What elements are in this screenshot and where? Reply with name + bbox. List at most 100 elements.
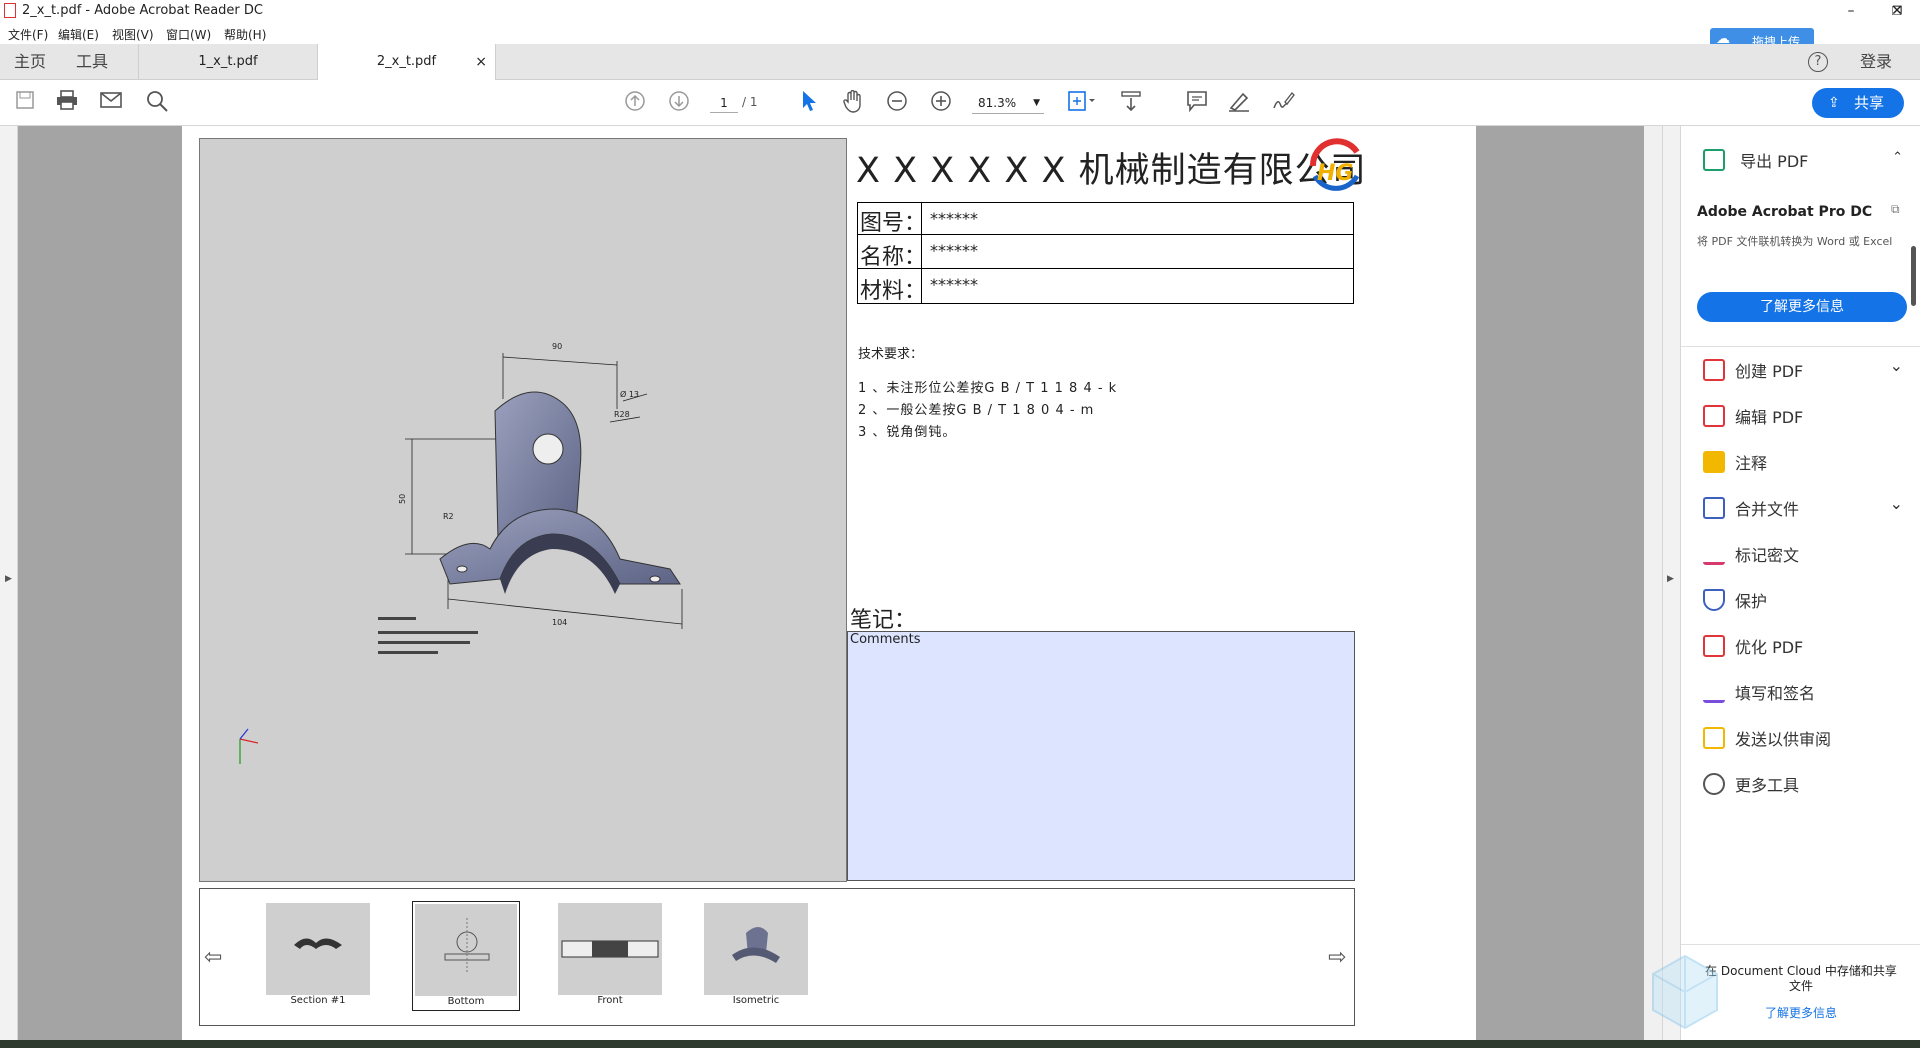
field-value-name: ****** (930, 241, 978, 260)
zoom-in-icon[interactable] (928, 90, 954, 116)
send-review-icon (1703, 727, 1725, 749)
learn-more-button[interactable]: 了解更多信息 (1697, 292, 1907, 322)
svg-text:HG: HG (1317, 161, 1353, 186)
save-icon[interactable] (12, 90, 38, 116)
pane-scrollbar[interactable] (1911, 246, 1916, 306)
field-label-name: 名称： (860, 245, 927, 270)
tab-bar: 主页 工具 1_x_t.pdf 2_x_t.pdf × ? 登录 (0, 44, 1920, 80)
left-panel-toggle[interactable]: ▶ (0, 126, 18, 1040)
print-icon[interactable] (54, 90, 80, 116)
front-thumb-image (561, 940, 659, 958)
tool-create-pdf[interactable]: 创建 PDF ⌄ (1703, 356, 1903, 386)
menu-help[interactable]: 帮助(H) (224, 26, 266, 43)
pro-desc: 将 PDF 文件联机转换为 Word 或 Excel (1697, 235, 1893, 248)
menu-bar: 文件(F) 编辑(E) 视图(V) 窗口(W) 帮助(H) (0, 22, 1920, 44)
page-number-input[interactable]: 1 (710, 93, 738, 113)
menu-edit[interactable]: 编辑(E) (58, 26, 99, 43)
optimize-pdf-icon (1703, 635, 1725, 657)
tool-optimize[interactable]: 优化 PDF (1703, 634, 1903, 662)
comments-label: Comments (850, 632, 921, 647)
scroll-mode-icon[interactable] (1118, 90, 1144, 116)
info-table: 图号： ****** 名称： ****** 材料： ****** (857, 202, 1354, 304)
comment-icon[interactable] (1184, 90, 1210, 116)
create-pdf-icon (1703, 359, 1725, 381)
cloud-learn-more-link[interactable]: 了解更多信息 (1701, 1004, 1901, 1021)
company-title: X X X X X X 机械制造有限公司 (856, 151, 1367, 191)
doc-scrollbar[interactable] (1644, 126, 1662, 1040)
help-icon[interactable]: ? (1808, 52, 1828, 72)
export-pdf-header[interactable]: 导出 PDF ⌃ (1703, 148, 1903, 176)
tech-item-2: 2 、一般公差按G B / T 1 8 0 4 - m (858, 403, 1095, 418)
hand-tool-icon[interactable] (840, 89, 866, 116)
menu-window[interactable]: 窗口(W) (166, 26, 211, 43)
menu-file[interactable]: 文件(F) (8, 26, 48, 43)
login-link[interactable]: 登录 (1860, 44, 1892, 80)
title-bar: 2_x_t.pdf - Adobe Acrobat Reader DC – ❐ … (0, 0, 1920, 22)
right-panel-toggle[interactable]: ▶ (1662, 126, 1680, 1040)
comment-tool-icon (1703, 451, 1725, 473)
shield-icon (1703, 589, 1725, 611)
field-label-material: 材料： (860, 279, 927, 304)
bottom-thumb-image (444, 918, 490, 974)
dim-90: 90 (552, 342, 562, 351)
view-label: Isometric (732, 995, 780, 1006)
minimize-button[interactable]: – (1828, 0, 1874, 22)
tab-1-x-t-pdf[interactable]: 1_x_t.pdf (138, 44, 318, 80)
highlight-pen-icon[interactable] (1226, 90, 1252, 116)
nav-home[interactable]: 主页 (14, 44, 46, 80)
page-total: / 1 (742, 95, 758, 109)
dim-50: 50 (398, 494, 407, 504)
chevron-down-icon: ⌄ (1889, 356, 1903, 375)
collapse-right-icon: ▶ (1667, 574, 1674, 584)
section-thumb-image (294, 938, 342, 949)
tool-redact[interactable]: 标记密文 (1703, 542, 1903, 570)
pro-info-icon: ⧉ (1891, 202, 1900, 216)
view-thumb-front[interactable]: Front (558, 903, 662, 1009)
more-tools-icon (1703, 773, 1725, 795)
tool-combine[interactable]: 合并文件 ⌄ (1703, 494, 1903, 524)
chevron-up-icon: ⌃ (1892, 150, 1903, 165)
tool-more-tools[interactable]: 更多工具 (1703, 772, 1903, 800)
share-button[interactable]: ⇪ 共享 (1812, 88, 1904, 118)
divider (1681, 944, 1920, 945)
close-tab-icon[interactable]: × (475, 44, 487, 80)
bracket-drawing: 90 50 104 Ø 13 R28 R2 (239, 342, 683, 764)
divider (1681, 346, 1920, 347)
field-label-drawing-no: 图号： (860, 211, 927, 236)
tool-protect[interactable]: 保护 (1703, 588, 1903, 616)
views-next-arrow-icon[interactable]: ⇨ (1328, 945, 1346, 970)
sign-icon[interactable] (1270, 90, 1296, 116)
isometric-thumb-image (732, 927, 780, 963)
notes-label: 笔记： (850, 608, 917, 633)
zoom-dropdown[interactable]: 81.3% ▼ (972, 92, 1044, 114)
view-thumb-section[interactable]: Section #1 (266, 903, 370, 1009)
taskbar-edge (0, 1040, 1920, 1048)
tool-comment[interactable]: 注释 (1703, 450, 1903, 478)
view-thumb-bottom[interactable]: Bottom (412, 901, 520, 1011)
fit-page-icon[interactable] (1064, 90, 1100, 116)
comments-box[interactable]: Comments (847, 631, 1355, 881)
view-thumb-isometric[interactable]: Isometric (704, 903, 808, 1009)
view-label: Bottom (447, 996, 485, 1007)
zoom-out-icon[interactable] (884, 90, 910, 116)
menu-view[interactable]: 视图(V) (112, 26, 154, 43)
select-cursor-icon[interactable] (796, 90, 822, 116)
next-page-icon[interactable] (666, 90, 692, 116)
email-icon[interactable] (98, 90, 124, 116)
tab-2-x-t-pdf[interactable]: 2_x_t.pdf × (318, 44, 496, 80)
tool-send-review[interactable]: 发送以供审阅 (1703, 726, 1903, 754)
search-icon[interactable] (144, 90, 170, 116)
tool-edit-pdf[interactable]: 编辑 PDF (1703, 404, 1903, 432)
close-window-button[interactable]: ✕ (1874, 0, 1920, 22)
tool-fill-sign[interactable]: 填写和签名 (1703, 680, 1903, 708)
prev-page-icon[interactable] (622, 90, 648, 116)
tools-pane: 导出 PDF ⌃ Adobe Acrobat Pro DC ⧉ 将 PDF 文件… (1652, 126, 1920, 1040)
pdf-app-icon (4, 3, 16, 18)
fill-sign-icon (1703, 681, 1725, 703)
view-label: Front (597, 995, 623, 1006)
toolbar: 1 / 1 81.3% ▼ ⇪ 共享 (0, 80, 1920, 126)
nav-tools[interactable]: 工具 (76, 44, 108, 80)
combine-icon (1703, 497, 1725, 519)
views-prev-arrow-icon[interactable]: ⇦ (204, 945, 222, 970)
pro-title: Adobe Acrobat Pro DC (1697, 204, 1873, 220)
